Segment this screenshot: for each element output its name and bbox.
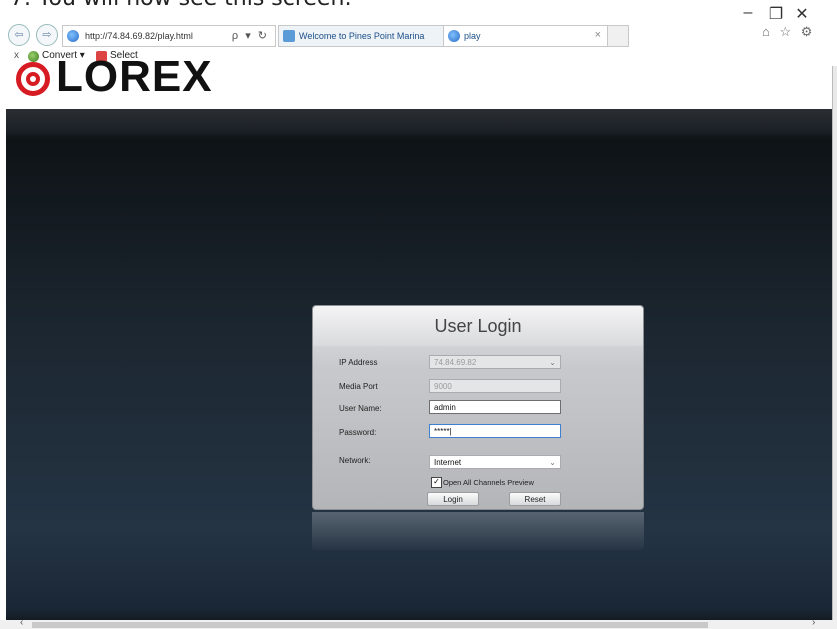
address-url[interactable]: http://74.84.69.82/play.html — [85, 31, 193, 41]
media-port-label: Media Port — [339, 382, 378, 391]
network-label: Network: — [339, 456, 371, 465]
horizontal-scrollbar[interactable]: ‹ › — [0, 617, 837, 629]
tab-play[interactable]: play × — [443, 25, 608, 47]
close-window-button[interactable]: ✕ — [792, 4, 812, 24]
back-button[interactable]: ⇦ — [8, 24, 30, 46]
page-caption: 7. You will now see this screen: — [10, 0, 352, 11]
convert-icon — [28, 51, 39, 62]
new-tab-button[interactable] — [607, 25, 629, 47]
ip-address-value: 74.84.69.82 — [434, 358, 477, 367]
vertical-scrollbar[interactable] — [832, 66, 837, 621]
network-value: Internet — [434, 458, 462, 467]
address-tools[interactable]: ρ ▾ ↻ — [232, 29, 269, 42]
user-name-value: admin — [434, 403, 456, 412]
forward-button[interactable]: ⇨ — [36, 24, 58, 46]
minimize-button[interactable]: – — [738, 4, 758, 22]
login-dialog: User Login IP Address 74.84.69.82 ⌄ Medi… — [312, 305, 644, 510]
reset-button[interactable]: Reset — [509, 492, 561, 506]
tab-favicon-icon — [283, 30, 295, 42]
tab-pines-point[interactable]: Welcome to Pines Point Marina — [278, 25, 444, 47]
password-value: *****| — [434, 427, 452, 436]
tab-label: Welcome to Pines Point Marina — [299, 31, 425, 41]
globe-icon — [448, 30, 460, 42]
close-toolbar-icon[interactable]: x — [14, 50, 19, 61]
ip-address-select[interactable]: 74.84.69.82 ⌄ — [429, 355, 561, 369]
address-bar[interactable]: http://74.84.69.82/play.html ρ ▾ ↻ — [62, 25, 276, 47]
chevron-down-icon: ⌄ — [549, 358, 556, 367]
scroll-right-icon[interactable]: › — [812, 617, 815, 628]
tab-label: play — [464, 31, 481, 41]
logo-text: LOREX — [56, 52, 213, 101]
globe-icon — [67, 30, 79, 42]
lorex-logo-icon — [16, 62, 50, 96]
scroll-left-icon[interactable]: ‹ — [20, 617, 23, 628]
user-name-label: User Name: — [339, 404, 382, 413]
dialog-reflection — [312, 512, 644, 550]
media-port-field[interactable]: 9000 — [429, 379, 561, 393]
toolbar-icons[interactable]: ⌂ ☆ ⚙ — [762, 24, 815, 40]
scrollbar-thumb[interactable] — [32, 622, 708, 628]
ip-address-label: IP Address — [339, 358, 378, 367]
close-tab-icon[interactable]: × — [595, 29, 601, 41]
chevron-down-icon: ⌄ — [549, 458, 556, 467]
open-all-channels-checkbox[interactable]: ✓ — [431, 477, 442, 488]
open-all-channels-label: Open All Channels Preview — [443, 478, 534, 487]
login-button[interactable]: Login — [427, 492, 479, 506]
restore-button[interactable]: ❐ — [766, 4, 786, 24]
password-label: Password: — [339, 428, 377, 437]
password-input[interactable]: *****| — [429, 424, 561, 438]
network-select[interactable]: Internet ⌄ — [429, 455, 561, 469]
user-name-input[interactable]: admin — [429, 400, 561, 414]
media-port-value: 9000 — [434, 382, 452, 391]
dialog-title: User Login — [434, 316, 522, 336]
